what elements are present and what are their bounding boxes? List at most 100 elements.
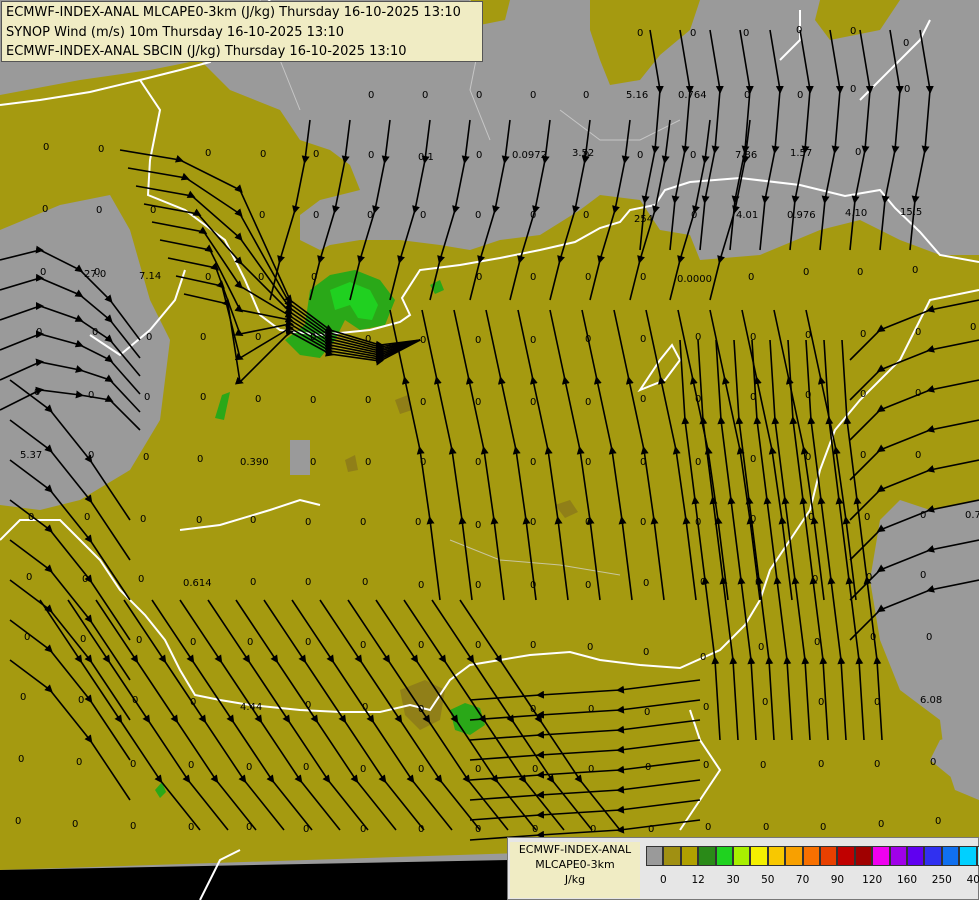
legend-swatch [872, 846, 890, 866]
grid-value-label: 254 [634, 214, 653, 225]
grid-value-label: 0 [420, 397, 426, 408]
grid-value-label: 0 [80, 634, 86, 645]
grid-value-label: 0 [96, 205, 102, 216]
grid-value-label: 0 [874, 759, 880, 770]
grid-value-label: 0 [258, 272, 264, 283]
grid-value-label: 0 [476, 272, 482, 283]
grid-value-label: 0 [796, 25, 802, 36]
grid-value-label: 0 [640, 517, 646, 528]
grid-value-label: 1.57 [790, 148, 812, 159]
grid-value-label: 0 [915, 450, 921, 461]
grid-value-label: 0 [857, 267, 863, 278]
grid-value-label: 0 [475, 457, 481, 468]
grid-value-label: 0 [695, 332, 701, 343]
grid-value-label: 0.976 [787, 210, 816, 221]
grid-value-label: 0 [150, 205, 156, 216]
legend-swatch [837, 846, 855, 866]
header-line-synop-wind: SYNOP Wind (m/s) 10m Thursday 16-10-2025… [6, 24, 345, 40]
grid-value-label: 0 [255, 394, 261, 405]
grid-value-label: 0 [200, 332, 206, 343]
grid-value-label: 0 [40, 267, 46, 278]
grid-value-label: 0 [750, 392, 756, 403]
grid-value-label: 0.614 [183, 578, 212, 589]
grid-value-label: 7.86 [735, 150, 757, 161]
grid-value-label: 0 [700, 652, 706, 663]
grid-value-label: 0 [530, 210, 536, 221]
grid-value-label: 0 [197, 454, 203, 465]
mlcape-map[interactable]: 0 0 0 0 0 0 0 0 0 0 0 0 0 0 0 0 0 0 0 0 0 0 0 0 0 0 0 0 0 0 0 0 0 0 0 0 0 0 0 0… [0, 0, 979, 900]
legend-tick-label: 70 [795, 874, 810, 886]
grid-value-label: 0 [920, 570, 926, 581]
grid-value-label: 0 [926, 632, 932, 643]
grid-value-label: 0 [530, 704, 536, 715]
grid-value-label: 0 [912, 265, 918, 276]
grid-value-label: 0 [246, 762, 252, 773]
grid-value-label: 0 [744, 90, 750, 101]
grid-value-label: 0 [530, 580, 536, 591]
grid-value-label: 0 [703, 702, 709, 713]
grid-value-label: 0 [20, 692, 26, 703]
grid-value-label: 0 [750, 332, 756, 343]
grid-value-label: 0 [88, 450, 94, 461]
grid-value-label: 0 [585, 457, 591, 468]
legend-swatch [889, 846, 907, 866]
legend-tick-label: 250 [931, 874, 952, 886]
grid-value-label: 0 [42, 204, 48, 215]
legend-swatch [733, 846, 751, 866]
grid-value-label: 0 [82, 574, 88, 585]
grid-value-label: 0 [136, 635, 142, 646]
grid-value-label: 0 [643, 647, 649, 658]
grid-value-label: 4.10 [845, 208, 867, 219]
grid-value-label: 0 [144, 392, 150, 403]
grid-value-label: 0 [76, 757, 82, 768]
grid-value-label: 0 [303, 824, 309, 835]
grid-value-label: 0 [188, 822, 194, 833]
legend-swatch [924, 846, 942, 866]
grid-value-label: 0 [878, 819, 884, 830]
grid-value-label: 0 [130, 821, 136, 832]
grid-value-label: 0 [763, 822, 769, 833]
grid-value-label: 0 [475, 397, 481, 408]
grid-value-label: 4.44 [240, 702, 262, 713]
grid-value-label: 0 [690, 28, 696, 39]
grid-value-label: 0 [88, 390, 94, 401]
grid-value-label: 0 [305, 517, 311, 528]
no-cape-southwest [290, 440, 310, 475]
grid-value-label: 0 [805, 452, 811, 463]
grid-value-label: 0 [814, 637, 820, 648]
grid-value-label: 0 [530, 457, 536, 468]
grid-value-label: 0.0972 [512, 150, 547, 161]
grid-value-label: 0 [475, 335, 481, 346]
grid-value-label: 4.01 [736, 210, 758, 221]
grid-value-label: 7.14 [139, 271, 161, 282]
grid-value-label: 0 [26, 572, 32, 583]
grid-value-label: 0 [259, 210, 265, 221]
legend-tick-label: 90 [830, 874, 845, 886]
grid-value-label: 3.52 [572, 148, 594, 159]
grid-value-label: 0 [418, 580, 424, 591]
legend-swatch [680, 846, 699, 866]
grid-value-label: 0 [138, 574, 144, 585]
grid-value-label: 0 [476, 150, 482, 161]
grid-value-label: 0 [140, 514, 146, 525]
legend-tick-label: 120 [862, 874, 883, 886]
grid-value-label: 0 [803, 267, 809, 278]
grid-value-label: 0 [860, 389, 866, 400]
grid-value-label: 0 [930, 757, 936, 768]
grid-value-label: 0 [418, 640, 424, 651]
grid-value-label: 0 [303, 762, 309, 773]
grid-value-label: 0 [84, 512, 90, 523]
grid-value-label: 0 [72, 819, 78, 830]
grid-value-label: 6.08 [920, 695, 942, 706]
legend-swatch [767, 846, 786, 866]
grid-value-label: 0 [418, 764, 424, 775]
grid-value-label: 27.0 [84, 269, 106, 280]
legend-tick-label: 12 [691, 874, 705, 886]
grid-value-label: 0 [587, 642, 593, 653]
grid-value-label: 0 [640, 394, 646, 405]
grid-value-label: 0 [362, 577, 368, 588]
grid-value-label: 0 [305, 637, 311, 648]
grid-value-label: 0 [818, 697, 824, 708]
grid-value-label: 0 [24, 632, 30, 643]
grid-value-label: 0 [415, 517, 421, 528]
